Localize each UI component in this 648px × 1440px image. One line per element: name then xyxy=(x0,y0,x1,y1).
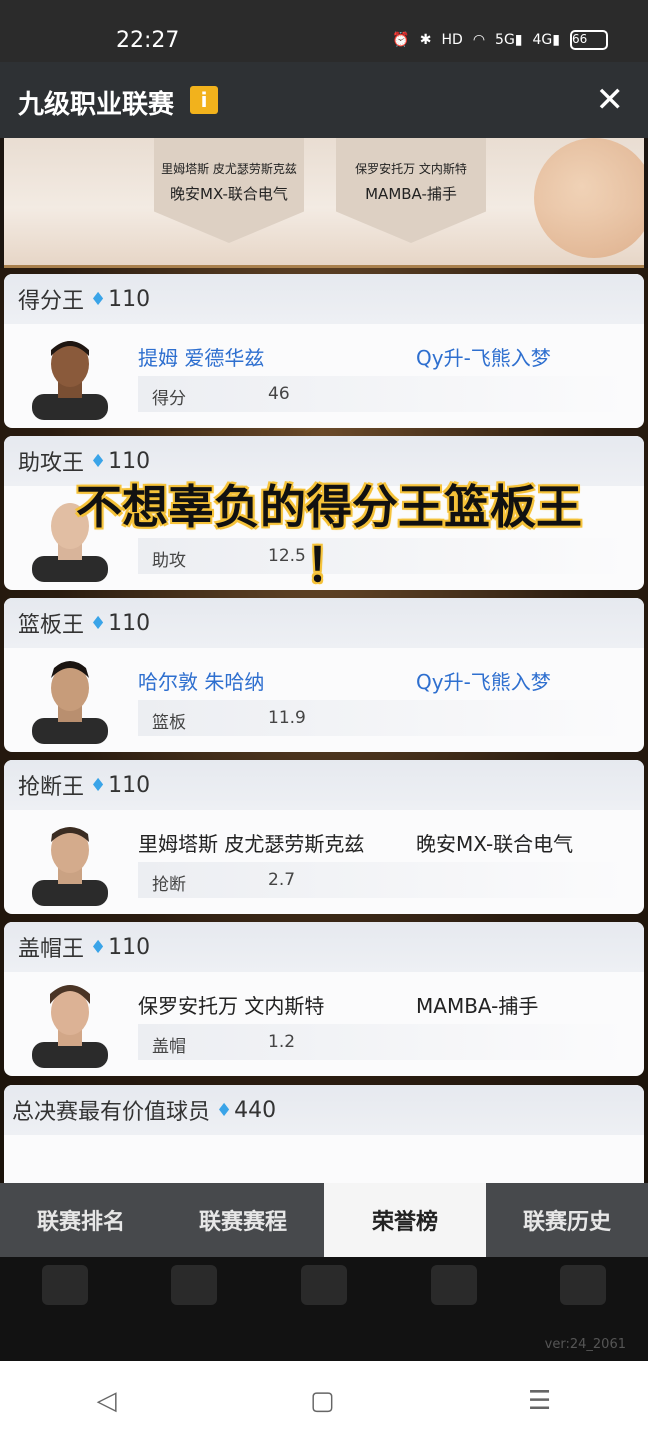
tab-honor-roll[interactable]: 荣誉榜 xyxy=(324,1183,486,1257)
player-avatar xyxy=(32,985,108,1068)
stat-label: 得分 xyxy=(152,389,186,409)
honor-banner: 里姆塔斯 皮尤瑟劳斯克兹 晚安MX-联合电气 保罗安托万 文内斯特 MAMBA-… xyxy=(4,138,644,268)
league-tabbar: 联赛排名 联赛赛程 荣誉榜 联赛历史 xyxy=(0,1183,648,1257)
award-reward: 110 xyxy=(108,448,151,474)
menu-icon[interactable]: ☰ xyxy=(528,1386,551,1416)
close-button[interactable]: ✕ xyxy=(596,80,625,120)
award-reward: 110 xyxy=(108,934,151,960)
info-icon[interactable]: i xyxy=(190,86,218,114)
version-label: ver:24_2061 xyxy=(544,1337,626,1352)
award-reward: 440 xyxy=(234,1097,277,1123)
banner-left-team: 晚安MX-联合电气 xyxy=(170,185,288,203)
stat-label: 篮板 xyxy=(152,713,186,733)
stat-label: 盖帽 xyxy=(152,1037,186,1057)
player-name[interactable]: 哈尔敦 朱哈纳 xyxy=(138,666,264,695)
stat-value: 11.9 xyxy=(268,708,306,728)
tab-league-history[interactable]: 联赛历史 xyxy=(486,1183,648,1257)
player-name[interactable]: 提姆 爱德华兹 xyxy=(138,342,264,371)
award-title: 助攻王 xyxy=(18,451,85,476)
team-name[interactable]: Qy升-飞熊入梦 xyxy=(416,666,551,695)
dimmed-nav-icon xyxy=(171,1265,218,1305)
overlay-caption: 不想辜负的得分王篮板王 ！ xyxy=(54,478,604,594)
player-name[interactable]: 里姆塔斯 皮尤瑟劳斯克兹 xyxy=(138,828,364,857)
award-reward: 110 xyxy=(108,286,151,312)
card-header: 抢断王 ♦ 110 xyxy=(4,760,644,810)
award-card-rebounds[interactable]: 篮板王 ♦ 110 哈尔敦 朱哈纳 Qy升-飞熊入梦 篮板 11.9 xyxy=(4,598,644,752)
player-avatar xyxy=(32,827,108,906)
system-navbar: ◁ ▢ ☰ xyxy=(0,1361,648,1440)
banner-right-team: MAMBA-捕手 xyxy=(365,185,457,203)
home-icon[interactable]: ▢ xyxy=(310,1386,335,1416)
player-avatar xyxy=(32,661,108,744)
award-title: 抢断王 xyxy=(18,775,85,800)
dimmed-nav-icon xyxy=(300,1265,347,1305)
player-name[interactable]: 保罗安托万 文内斯特 xyxy=(138,990,324,1019)
award-reward: 110 xyxy=(108,772,151,798)
4g-signal-icon: 4G▮ xyxy=(532,32,560,48)
diamond-icon: ♦ xyxy=(90,774,107,796)
award-card-blocks[interactable]: 盖帽王 ♦ 110 保罗安托万 文内斯特 MAMBA-捕手 盖帽 1.2 xyxy=(4,922,644,1076)
status-icons: ⏰ ✱ HD ◠ 5G▮ 4G▮ 66 xyxy=(392,30,608,50)
award-title: 盖帽王 xyxy=(18,937,85,962)
stat-value: 46 xyxy=(268,384,290,404)
dimmed-app-nav: ver:24_2061 xyxy=(0,1257,648,1361)
player-avatar xyxy=(32,341,108,420)
award-reward: 110 xyxy=(108,610,151,636)
card-header: 盖帽王 ♦ 110 xyxy=(4,922,644,972)
award-card-steals[interactable]: 抢断王 ♦ 110 里姆塔斯 皮尤瑟劳斯克兹 晚安MX-联合电气 抢断 2.7 xyxy=(4,760,644,914)
status-time: 22:27 xyxy=(116,28,180,53)
banner-left-players: 里姆塔斯 皮尤瑟劳斯克兹 xyxy=(161,162,297,176)
bluetooth-icon: ✱ xyxy=(419,32,432,48)
back-icon[interactable]: ◁ xyxy=(97,1386,117,1416)
dimmed-nav-icon xyxy=(560,1265,607,1305)
banner-right-players: 保罗安托万 文内斯特 xyxy=(355,162,467,176)
hd-icon: HD xyxy=(441,32,463,48)
diamond-icon: ♦ xyxy=(90,288,107,310)
app-header: 九级职业联赛 xyxy=(0,62,648,138)
award-title: 得分王 xyxy=(18,289,85,314)
battery-icon: 66 xyxy=(570,30,608,50)
basketball-icon xyxy=(534,138,644,258)
wifi-icon: ◠ xyxy=(472,32,486,48)
diamond-icon: ♦ xyxy=(90,936,107,958)
tab-league-schedule[interactable]: 联赛赛程 xyxy=(162,1183,324,1257)
award-card-scoring[interactable]: 得分王 ♦ 110 提姆 爱德华兹 Qy升-飞熊入梦 得分 46 xyxy=(4,274,644,428)
dimmed-nav-icon xyxy=(430,1265,477,1305)
stat-value: 1.2 xyxy=(268,1032,296,1052)
stat-label: 抢断 xyxy=(152,875,186,895)
diamond-icon: ♦ xyxy=(90,612,107,634)
card-header: 篮板王 ♦ 110 xyxy=(4,598,644,648)
5g-signal-icon: 5G▮ xyxy=(495,32,523,48)
alarm-icon: ⏰ xyxy=(392,32,410,48)
stat-row: 抢断 2.7 xyxy=(138,862,628,898)
diamond-icon: ♦ xyxy=(216,1099,233,1121)
stat-value: 2.7 xyxy=(268,870,296,890)
caption-line-2: ！ xyxy=(306,538,352,592)
award-title: 总决赛最有价值球员 xyxy=(12,1100,211,1125)
stat-row: 得分 46 xyxy=(138,376,628,412)
card-header: 得分王 ♦ 110 xyxy=(4,274,644,324)
stat-row: 盖帽 1.2 xyxy=(138,1024,628,1060)
banner-shield-right: 保罗安托万 文内斯特 MAMBA-捕手 xyxy=(336,138,486,243)
status-bar: 22:27 ⏰ ✱ HD ◠ 5G▮ 4G▮ 66 xyxy=(0,0,648,62)
tab-league-ranking[interactable]: 联赛排名 xyxy=(0,1183,162,1257)
team-name[interactable]: MAMBA-捕手 xyxy=(416,990,538,1019)
diamond-icon: ♦ xyxy=(90,450,107,472)
banner-shield-left: 里姆塔斯 皮尤瑟劳斯克兹 晚安MX-联合电气 xyxy=(154,138,304,243)
stat-row: 篮板 11.9 xyxy=(138,700,628,736)
team-name[interactable]: Qy升-飞熊入梦 xyxy=(416,342,551,371)
team-name[interactable]: 晚安MX-联合电气 xyxy=(416,828,573,857)
card-header: 总决赛最有价值球员 ♦ 440 xyxy=(4,1085,644,1135)
award-title: 篮板王 xyxy=(18,613,85,638)
caption-line-1: 不想辜负的得分王篮板王 xyxy=(76,480,582,534)
page-title: 九级职业联赛 xyxy=(18,90,175,120)
dimmed-nav-icon xyxy=(41,1265,88,1305)
